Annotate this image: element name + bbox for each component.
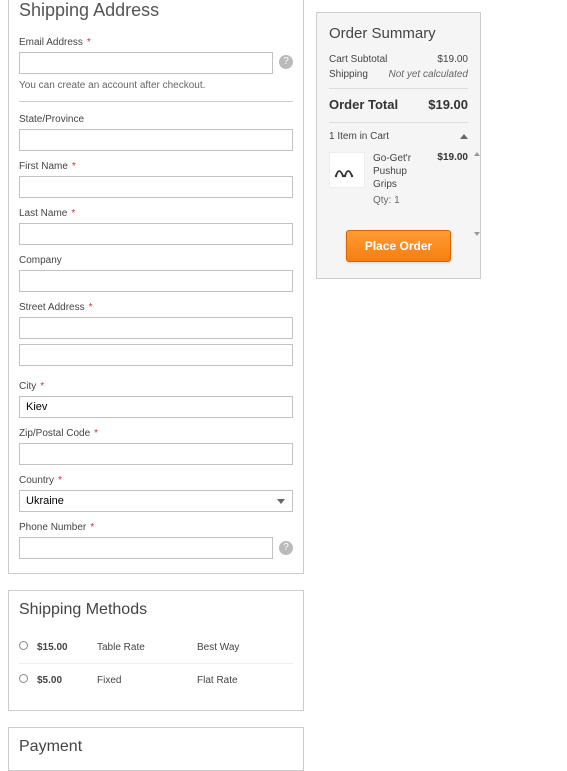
email-field-wrap: Email Address bbox=[19, 37, 273, 74]
subtotal-value: $19.00 bbox=[437, 54, 468, 65]
last-name-input[interactable] bbox=[19, 223, 293, 245]
method-price: $5.00 bbox=[37, 664, 97, 697]
country-label: Country bbox=[19, 475, 293, 486]
cart-item-name: Go-Get'r Pushup Grips bbox=[373, 152, 429, 191]
last-name-label: Last Name bbox=[19, 208, 293, 219]
state-input[interactable] bbox=[19, 129, 293, 151]
scroll-up-icon[interactable] bbox=[474, 152, 480, 156]
phone-field-wrap: Phone Number ? bbox=[19, 522, 293, 559]
shipping-method-row[interactable]: $5.00 Fixed Flat Rate bbox=[19, 664, 293, 697]
method-name: Fixed bbox=[97, 664, 197, 697]
payment-block: Payment bbox=[8, 727, 304, 771]
email-tooltip-icon[interactable]: ? bbox=[279, 55, 293, 69]
street-input-2[interactable] bbox=[19, 344, 293, 366]
product-thumbnail bbox=[329, 152, 365, 188]
scrollbar[interactable] bbox=[474, 152, 478, 236]
zip-input[interactable] bbox=[19, 443, 293, 465]
shipping-methods-title: Shipping Methods bbox=[19, 601, 293, 619]
state-label: State/Province bbox=[19, 114, 293, 125]
method-carrier: Flat Rate bbox=[197, 664, 293, 697]
street-label: Street Address bbox=[19, 302, 293, 313]
cart-item-qty: Qty: 1 bbox=[373, 195, 429, 206]
place-order-button[interactable]: Place Order bbox=[346, 230, 451, 262]
subtotal-row: Cart Subtotal $19.00 bbox=[329, 52, 468, 67]
first-name-field-wrap: First Name bbox=[19, 161, 293, 198]
last-name-field-wrap: Last Name bbox=[19, 208, 293, 245]
shipping-methods-block: Shipping Methods $15.00 Table Rate Best … bbox=[8, 590, 304, 711]
city-field-wrap: City bbox=[19, 381, 293, 418]
zip-field-wrap: Zip/Postal Code bbox=[19, 428, 293, 465]
divider bbox=[19, 101, 293, 102]
shipping-address-title: Shipping Address bbox=[19, 0, 293, 21]
cart-items-list: Go-Get'r Pushup Grips Qty: 1 $19.00 bbox=[329, 152, 468, 206]
zip-label: Zip/Postal Code bbox=[19, 428, 293, 439]
shipping-method-row[interactable]: $15.00 Table Rate Best Way bbox=[19, 631, 293, 664]
radio-icon[interactable] bbox=[19, 641, 28, 650]
shipping-address-block: Shipping Address Email Address ? You can… bbox=[8, 0, 304, 574]
method-carrier: Best Way bbox=[197, 631, 293, 664]
city-label: City bbox=[19, 381, 293, 392]
phone-tooltip-icon[interactable]: ? bbox=[279, 541, 293, 555]
email-label: Email Address bbox=[19, 37, 273, 48]
method-price: $15.00 bbox=[37, 631, 97, 664]
phone-input[interactable] bbox=[19, 537, 273, 559]
country-field-wrap: Country Ukraine bbox=[19, 475, 293, 512]
shipping-value: Not yet calculated bbox=[389, 69, 469, 80]
order-summary-block: Order Summary Cart Subtotal $19.00 Shipp… bbox=[316, 12, 481, 279]
subtotal-label: Cart Subtotal bbox=[329, 54, 387, 65]
payment-title: Payment bbox=[19, 738, 293, 756]
city-input[interactable] bbox=[19, 396, 293, 418]
cart-items-toggle[interactable]: 1 Item in Cart bbox=[329, 122, 468, 142]
phone-label: Phone Number bbox=[19, 522, 293, 533]
total-row: Order Total $19.00 bbox=[329, 88, 468, 114]
state-field-wrap: State/Province bbox=[19, 114, 293, 151]
company-field-wrap: Company bbox=[19, 255, 293, 292]
email-note: You can create an account after checkout… bbox=[19, 80, 293, 91]
street-field-wrap: Street Address bbox=[19, 302, 293, 371]
street-input-1[interactable] bbox=[19, 317, 293, 339]
total-value: $19.00 bbox=[428, 97, 468, 112]
cart-item: Go-Get'r Pushup Grips Qty: 1 $19.00 bbox=[329, 152, 468, 206]
shipping-label: Shipping bbox=[329, 69, 368, 80]
country-select[interactable]: Ukraine bbox=[19, 490, 293, 512]
email-input[interactable] bbox=[19, 52, 273, 74]
cart-item-price: $19.00 bbox=[437, 152, 468, 163]
first-name-label: First Name bbox=[19, 161, 293, 172]
chevron-up-icon bbox=[460, 134, 468, 139]
first-name-input[interactable] bbox=[19, 176, 293, 198]
company-label: Company bbox=[19, 255, 293, 266]
shipping-row: Shipping Not yet calculated bbox=[329, 67, 468, 82]
company-input[interactable] bbox=[19, 270, 293, 292]
cart-items-count: 1 Item in Cart bbox=[329, 131, 389, 142]
shipping-methods-table: $15.00 Table Rate Best Way $5.00 Fixed F… bbox=[19, 631, 293, 696]
total-label: Order Total bbox=[329, 97, 398, 112]
method-name: Table Rate bbox=[97, 631, 197, 664]
order-summary-title: Order Summary bbox=[329, 25, 468, 42]
radio-icon[interactable] bbox=[19, 674, 28, 683]
scroll-down-icon[interactable] bbox=[474, 232, 480, 236]
